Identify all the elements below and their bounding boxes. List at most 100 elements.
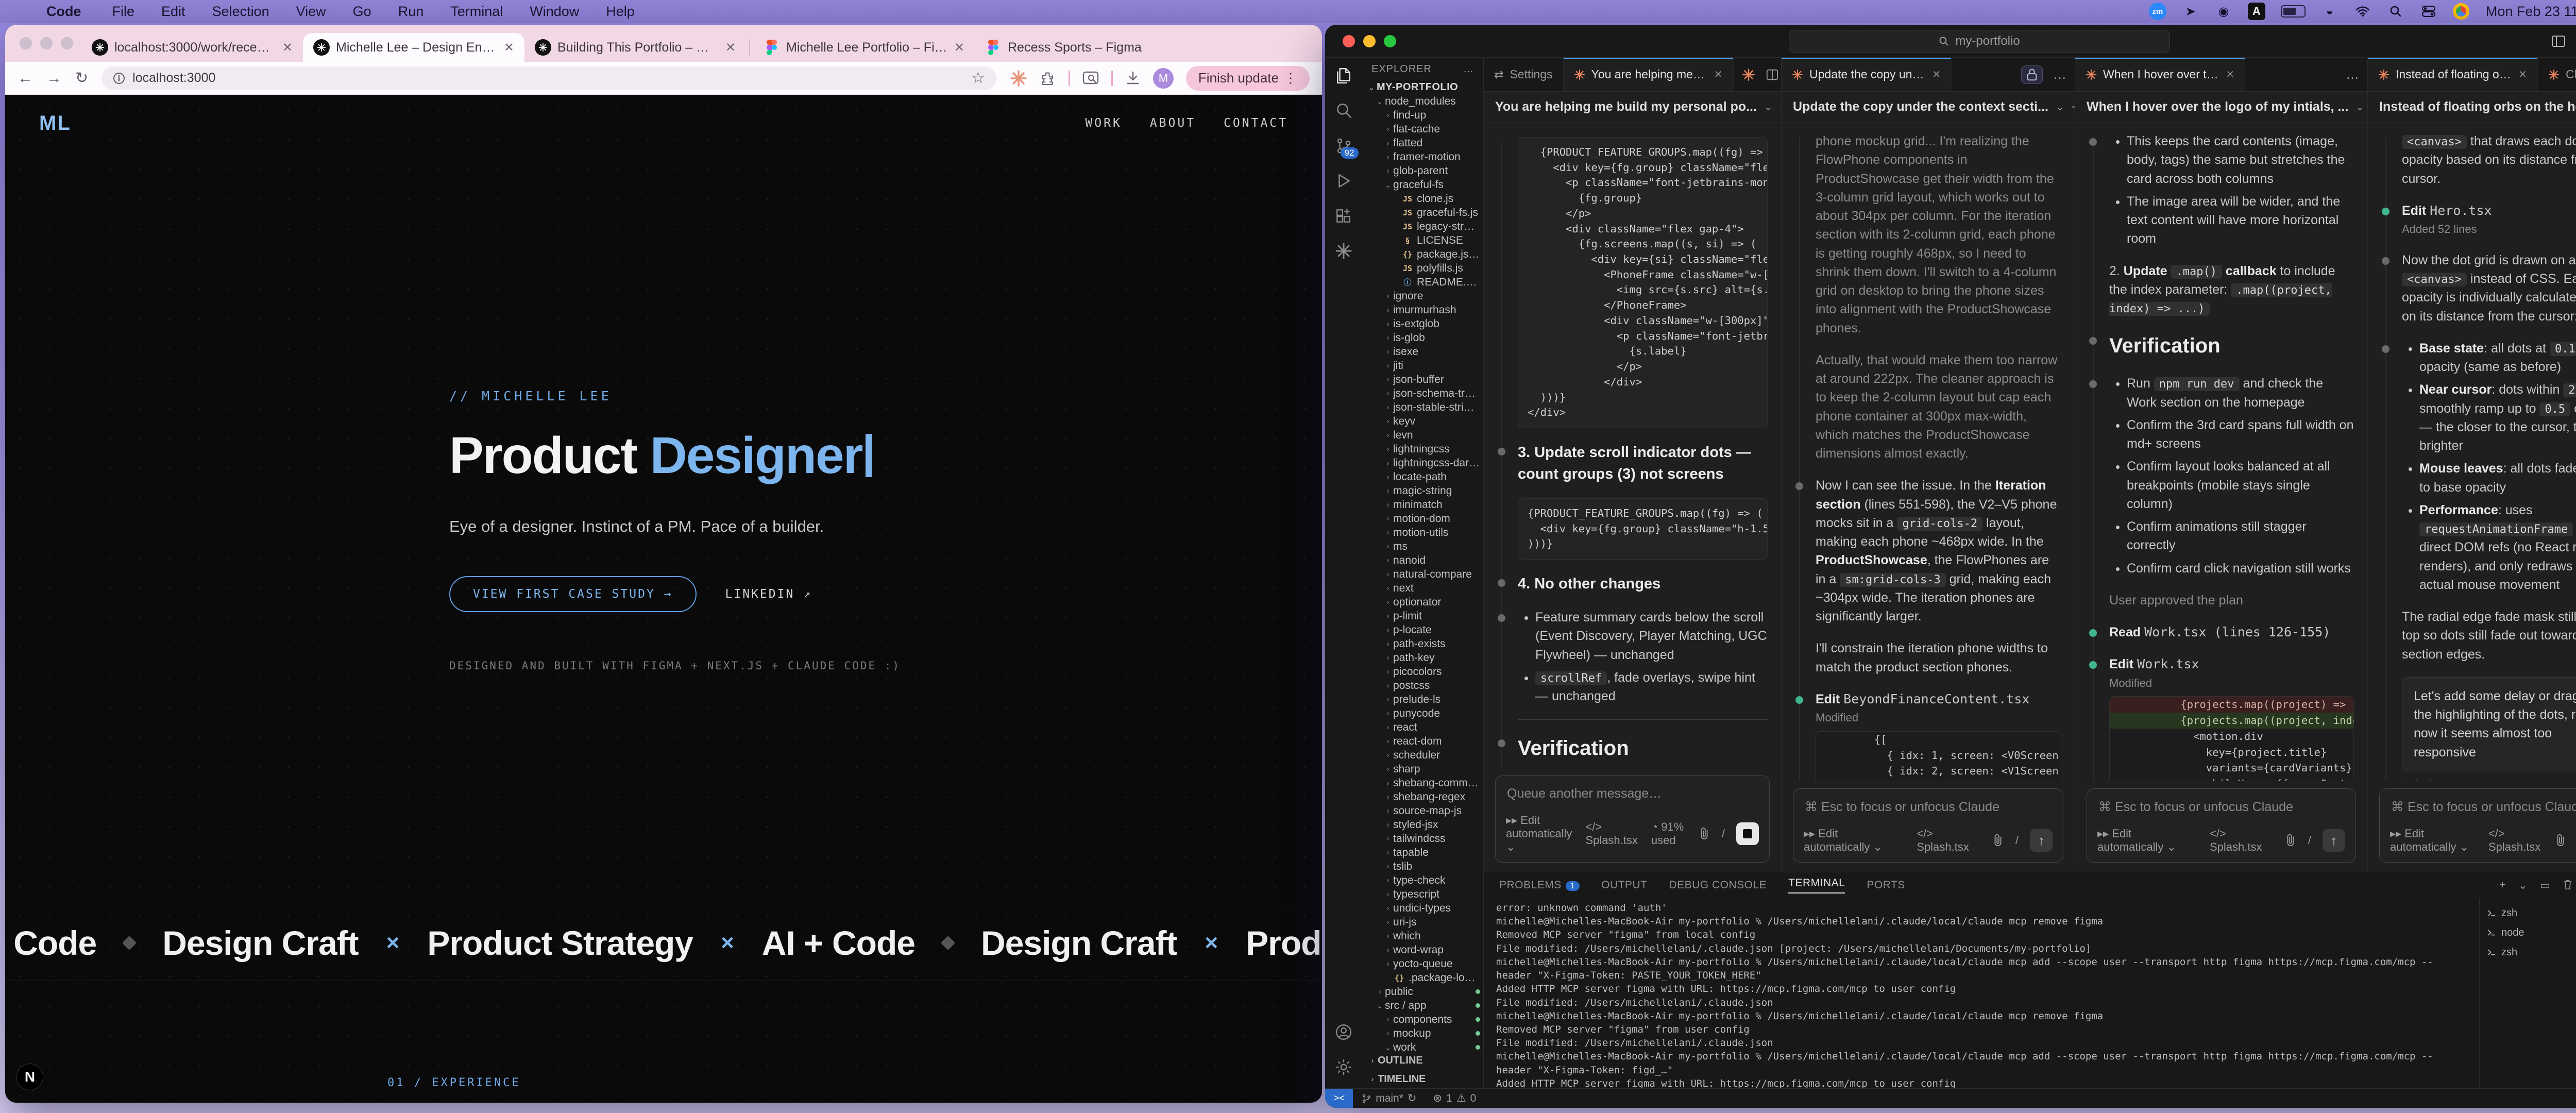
attach-icon[interactable] (1992, 834, 2004, 847)
tree-item-p-locate[interactable]: ›p-locate (1362, 623, 1483, 637)
sync-icon[interactable]: ↻ (1408, 1092, 1417, 1105)
tree-item-yocto-queue[interactable]: ›yocto-queue (1362, 957, 1483, 971)
editor-tab[interactable]: Claude Code (2538, 58, 2576, 91)
tree-item-graceful-fs-js[interactable]: JSgraceful-fs.js (1362, 206, 1483, 220)
panel-tab-problems[interactable]: PROBLEMS1 (1499, 879, 1580, 891)
browser-tab[interactable]: Building This Portfolio – Mich✕ (524, 33, 746, 62)
search-icon[interactable] (1335, 102, 1352, 120)
tree-item-source-map-js[interactable]: ›source-map-js (1362, 804, 1483, 818)
split-terminal-icon[interactable]: ▭ (2540, 879, 2550, 892)
tree-item-json-schema-traverse[interactable]: ›json-schema-traverse (1362, 386, 1483, 400)
problems-item[interactable]: ⊗1 ⚠0 (1425, 1092, 1485, 1105)
chat-session-header[interactable]: Update the copy under the context secti.… (1782, 92, 2075, 123)
tree-item-ignore[interactable]: ›ignore (1362, 289, 1483, 303)
view-case-study-button[interactable]: VIEW FIRST CASE STUDY → (449, 576, 697, 612)
context-file-chip[interactable]: </> Splash.tsx (1585, 820, 1638, 847)
tab-close-icon[interactable]: ✕ (725, 40, 736, 55)
run-debug-icon[interactable] (1335, 172, 1352, 190)
site-nav-link-work[interactable]: WORK (1085, 116, 1122, 130)
extensions-puzzle-icon[interactable] (1040, 70, 1056, 87)
back-button[interactable]: ← (18, 70, 33, 87)
new-terminal-icon[interactable]: + (2499, 879, 2506, 892)
menu-item-window[interactable]: Window (516, 4, 592, 20)
kill-terminal-icon[interactable] (2563, 879, 2573, 892)
source-control-icon[interactable]: 92 (1335, 137, 1352, 155)
tree-item-prelude-ls[interactable]: ›prelude-ls (1362, 693, 1483, 706)
panel-tab-ports[interactable]: PORTS (1867, 879, 1905, 891)
explorer-more-icon[interactable]: … (1463, 63, 1474, 75)
browser-tab[interactable]: Recess Sports – Figma (975, 33, 1152, 62)
editor-tab[interactable]: Instead of floating orbs...✕ (2368, 58, 2538, 91)
context-file-chip[interactable]: </> Splash.tsx (2488, 827, 2541, 854)
account-icon[interactable] (1335, 1023, 1352, 1041)
tree-item-imurmurhash[interactable]: ›imurmurhash (1362, 303, 1483, 317)
tab-close-icon[interactable]: ✕ (1932, 68, 1941, 81)
chat-input[interactable]: ⌘ Esc to focus or unfocus Claude▸▸ Edit … (1793, 788, 2063, 863)
zoom-app-icon[interactable]: zm (2149, 3, 2166, 20)
tree-item-sharp[interactable]: ›sharp (1362, 762, 1483, 776)
minimize-window-button[interactable] (40, 37, 53, 49)
tree-item-clone-js[interactable]: JSclone.js (1362, 192, 1483, 206)
terminal-dropdown-icon[interactable]: ⌄ (2518, 879, 2528, 892)
tree-item-shebang-regex[interactable]: ›shebang-regex (1362, 790, 1483, 804)
tree-item-json-stable-stringify-without-jso-[interactable]: ›json-stable-stringify-without-jso... (1362, 400, 1483, 414)
tree-item-glob-parent[interactable]: ›glob-parent (1362, 164, 1483, 178)
tree-item-tslib[interactable]: ›tslib (1362, 859, 1483, 873)
menu-item-view[interactable]: View (283, 4, 340, 20)
browser-window-controls[interactable] (14, 25, 81, 62)
nextjs-dev-badge[interactable]: N (16, 1064, 43, 1090)
tree-item-minimatch[interactable]: ›minimatch (1362, 498, 1483, 512)
chat-session-header[interactable]: When I hover over the logo of my intials… (2075, 92, 2367, 123)
tree-item-tapable[interactable]: ›tapable (1362, 846, 1483, 859)
menu-item-edit[interactable]: Edit (148, 4, 199, 20)
tree-item-flat-cache[interactable]: ›flat-cache (1362, 122, 1483, 136)
customize-layout-icon[interactable] (2551, 34, 2566, 48)
tree-item-is-glob[interactable]: ›is-glob (1362, 331, 1483, 345)
tree-item-find-up[interactable]: ›find-up (1362, 108, 1483, 122)
tree-item-jiti[interactable]: ›jiti (1362, 359, 1483, 373)
tree-item-natural-compare[interactable]: ›natural-compare (1362, 567, 1483, 581)
remote-indicator[interactable]: >< (1325, 1089, 1353, 1108)
forward-button[interactable]: → (46, 70, 62, 87)
tree-item-readme-md[interactable]: ⓘREADME.md (1362, 275, 1483, 289)
tree-item-src-app[interactable]: ⌄src / app (1362, 999, 1483, 1013)
menu-item-run[interactable]: Run (385, 4, 437, 20)
tree-item-nanoid[interactable]: ›nanoid (1362, 553, 1483, 567)
explorer-icon[interactable] (1335, 67, 1352, 85)
tree-item-tailwindcss[interactable]: ›tailwindcss (1362, 832, 1483, 846)
send-button[interactable]: ↑ (2030, 829, 2053, 852)
bookmark-star-icon[interactable]: ☆ (971, 69, 985, 87)
slash-command-icon[interactable]: / (2015, 834, 2019, 847)
tree-item-components[interactable]: ›components (1362, 1013, 1483, 1026)
tree-item-p-limit[interactable]: ›p-limit (1362, 609, 1483, 623)
attach-icon[interactable] (2554, 834, 2567, 847)
tab-close-icon[interactable]: ✕ (954, 40, 964, 55)
menu-item-terminal[interactable]: Terminal (437, 4, 516, 20)
terminal-instance[interactable]: zsh (2487, 942, 2576, 962)
kebab-menu-icon[interactable]: ⋮ (1284, 70, 1297, 86)
tab-close-icon[interactable]: ✕ (504, 40, 514, 55)
tree-item-react[interactable]: ›react (1362, 720, 1483, 734)
split-icon[interactable] (1766, 68, 1779, 81)
tree-item-which[interactable]: ›which (1362, 929, 1483, 943)
editor-tab[interactable]: ⇄Settings (1484, 58, 1564, 91)
claude-code-icon[interactable] (1335, 242, 1352, 260)
chat-messages[interactable]: <canvas> that draws each dot with opacit… (2368, 123, 2576, 781)
tree-item-magic-string[interactable]: ›magic-string (1362, 484, 1483, 498)
tree-item-styled-jsx[interactable]: ›styled-jsx (1362, 818, 1483, 832)
tree-item-motion-dom[interactable]: ›motion-dom (1362, 512, 1483, 526)
tree-item-levn[interactable]: ›levn (1362, 428, 1483, 442)
close-window-button[interactable] (20, 37, 32, 49)
edit-mode-selector[interactable]: ▸▸ Edit automatically ⌄ (1506, 814, 1572, 854)
extensions-icon[interactable] (1335, 207, 1352, 225)
tab-close-icon[interactable]: ✕ (1714, 68, 1723, 81)
terminal-instance[interactable]: node (2487, 923, 2576, 942)
tree-item-typescript[interactable]: ›typescript (1362, 887, 1483, 901)
edit-mode-selector[interactable]: ▸▸ Edit automatically ⌄ (2390, 827, 2475, 854)
tree-item-isexe[interactable]: ›isexe (1362, 345, 1483, 359)
a-app-icon[interactable]: A (2248, 3, 2265, 20)
menu-item-file[interactable]: File (99, 4, 148, 20)
tree-item-json-buffer[interactable]: ›json-buffer (1362, 373, 1483, 386)
tree-item-type-check[interactable]: ›type-check (1362, 873, 1483, 887)
spotlight-search-icon[interactable] (2387, 4, 2404, 19)
